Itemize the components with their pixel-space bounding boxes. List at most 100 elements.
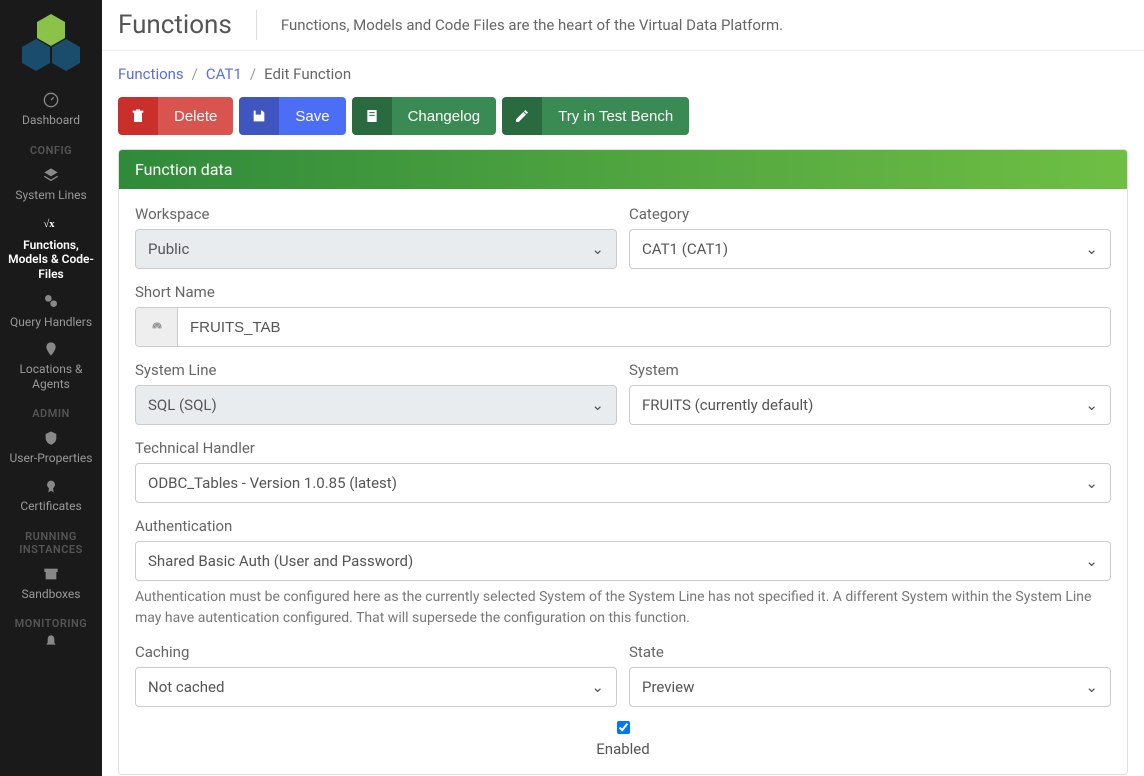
breadcrumb-sep: / bbox=[250, 65, 256, 83]
sidebar-item-certificates[interactable]: Certificates bbox=[0, 472, 102, 520]
sidebar-item-label: User-Properties bbox=[10, 451, 93, 465]
trash-icon bbox=[118, 97, 158, 135]
pin-icon bbox=[43, 341, 59, 360]
state-group: State Preview ⌄ bbox=[629, 643, 1111, 707]
handler-select[interactable]: ODBC_Tables - Version 1.0.85 (latest) ⌄ bbox=[135, 463, 1111, 503]
auth-select[interactable]: Shared Basic Auth (User and Password) ⌄ bbox=[135, 541, 1111, 581]
logo bbox=[19, 8, 83, 86]
sidebar-section-monitoring: MONITORING bbox=[15, 617, 88, 630]
sidebar-item-monitoring[interactable] bbox=[0, 634, 102, 661]
sidebar-item-label: Sandboxes bbox=[22, 587, 81, 601]
shield-icon bbox=[43, 430, 59, 449]
select-value: ODBC_Tables - Version 1.0.85 (latest) bbox=[148, 474, 397, 492]
chevron-down-icon: ⌄ bbox=[591, 396, 604, 414]
breadcrumb-category[interactable]: CAT1 bbox=[206, 65, 242, 83]
breadcrumb-sep: / bbox=[192, 65, 198, 83]
function-icon: √x bbox=[42, 215, 60, 236]
pencil-icon bbox=[502, 97, 542, 135]
system-label: System bbox=[629, 361, 1111, 379]
enabled-checkbox[interactable] bbox=[617, 721, 630, 734]
delete-button[interactable]: Delete bbox=[118, 97, 233, 135]
select-value: FRUITS (currently default) bbox=[642, 396, 813, 414]
breadcrumb: Functions / CAT1 / Edit Function bbox=[118, 65, 1128, 83]
workspace-group: Workspace Public ⌄ bbox=[135, 205, 617, 269]
button-label: Changelog bbox=[392, 97, 497, 135]
topbar: Functions Functions, Models and Code Fil… bbox=[102, 0, 1144, 51]
select-value: Preview bbox=[642, 678, 694, 696]
select-value: SQL (SQL) bbox=[148, 396, 217, 414]
auth-label: Authentication bbox=[135, 517, 1111, 535]
auth-help-text: Authentication must be configured here a… bbox=[135, 587, 1111, 629]
button-label: Save bbox=[279, 97, 345, 135]
breadcrumb-functions[interactable]: Functions bbox=[118, 65, 184, 83]
handler-label: Technical Handler bbox=[135, 439, 1111, 457]
sidebar-item-sandboxes[interactable]: Sandboxes bbox=[0, 560, 102, 608]
sidebar-section-admin: ADMIN bbox=[32, 407, 70, 420]
sidebar-item-userprops[interactable]: User-Properties bbox=[0, 424, 102, 472]
select-value: Shared Basic Auth (User and Password) bbox=[148, 552, 413, 570]
chevron-down-icon: ⌄ bbox=[591, 678, 604, 696]
save-icon bbox=[239, 97, 279, 135]
sidebar-item-label: Query Handlers bbox=[10, 315, 92, 329]
workspace-select: Public ⌄ bbox=[135, 229, 617, 269]
auth-group: Authentication Shared Basic Auth (User a… bbox=[135, 517, 1111, 629]
main: Functions Functions, Models and Code Fil… bbox=[102, 0, 1144, 776]
chevron-down-icon: ⌄ bbox=[1085, 552, 1098, 570]
category-select[interactable]: CAT1 (CAT1) ⌄ bbox=[629, 229, 1111, 269]
sidebar-item-label: Dashboard bbox=[22, 113, 80, 127]
systemline-group: System Line SQL (SQL) ⌄ bbox=[135, 361, 617, 425]
enabled-label: Enabled bbox=[596, 740, 649, 758]
chevron-down-icon: ⌄ bbox=[591, 240, 604, 258]
caching-group: Caching Not cached ⌄ bbox=[135, 643, 617, 707]
fingerprint-icon bbox=[136, 308, 178, 346]
svg-text:√x: √x bbox=[44, 218, 56, 230]
sidebar-item-label: Functions, Models & Code-Files bbox=[4, 238, 98, 281]
chevron-down-icon: ⌄ bbox=[1085, 474, 1098, 492]
card-body: Workspace Public ⌄ Category CAT1 (CAT1) … bbox=[119, 189, 1127, 774]
sidebar-item-systemlines[interactable]: System Lines bbox=[0, 161, 102, 209]
sidebar: Dashboard CONFIG System Lines √x Functio… bbox=[0, 0, 102, 776]
sidebar-item-queryhandlers[interactable]: Query Handlers bbox=[0, 287, 102, 335]
sidebar-item-functions[interactable]: √x Functions, Models & Code-Files bbox=[0, 209, 102, 288]
sidebar-item-label: System Lines bbox=[15, 188, 86, 202]
page-title: Functions bbox=[118, 10, 257, 40]
chevron-down-icon: ⌄ bbox=[1085, 396, 1098, 414]
shortname-group: Short Name bbox=[135, 283, 1111, 347]
system-select[interactable]: FRUITS (currently default) ⌄ bbox=[629, 385, 1111, 425]
caching-label: Caching bbox=[135, 643, 617, 661]
test-bench-button[interactable]: Try in Test Bench bbox=[502, 97, 689, 135]
function-card: Function data Workspace Public ⌄ Categor… bbox=[118, 149, 1128, 775]
book-icon bbox=[352, 97, 392, 135]
action-row: Delete Save Changelog Try in Test Bench bbox=[118, 97, 1128, 135]
content: Functions / CAT1 / Edit Function Delete … bbox=[102, 51, 1144, 776]
shortname-input-group bbox=[135, 307, 1111, 347]
certificate-icon bbox=[43, 478, 59, 497]
layers-icon bbox=[43, 167, 59, 186]
enabled-group: Enabled bbox=[135, 721, 1111, 758]
systemline-select: SQL (SQL) ⌄ bbox=[135, 385, 617, 425]
system-group: System FRUITS (currently default) ⌄ bbox=[629, 361, 1111, 425]
category-label: Category bbox=[629, 205, 1111, 223]
workspace-label: Workspace bbox=[135, 205, 617, 223]
dashboard-icon bbox=[43, 92, 59, 111]
button-label: Try in Test Bench bbox=[542, 97, 689, 135]
category-group: Category CAT1 (CAT1) ⌄ bbox=[629, 205, 1111, 269]
card-header: Function data bbox=[119, 150, 1127, 189]
box-icon bbox=[43, 566, 59, 585]
chevron-down-icon: ⌄ bbox=[1085, 240, 1098, 258]
state-label: State bbox=[629, 643, 1111, 661]
state-select[interactable]: Preview ⌄ bbox=[629, 667, 1111, 707]
sidebar-item-label: Certificates bbox=[20, 499, 81, 513]
sidebar-item-dashboard[interactable]: Dashboard bbox=[0, 86, 102, 134]
sidebar-section-config: CONFIG bbox=[30, 144, 72, 157]
sidebar-item-locations[interactable]: Locations & Agents bbox=[0, 335, 102, 397]
sidebar-item-label: Locations & Agents bbox=[4, 362, 98, 391]
save-button[interactable]: Save bbox=[239, 97, 345, 135]
button-label: Delete bbox=[158, 97, 233, 135]
sidebar-section-running: RUNNING INSTANCES bbox=[0, 530, 102, 556]
caching-select[interactable]: Not cached ⌄ bbox=[135, 667, 617, 707]
select-value: Not cached bbox=[148, 678, 224, 696]
changelog-button[interactable]: Changelog bbox=[352, 97, 497, 135]
select-value: CAT1 (CAT1) bbox=[642, 240, 728, 258]
shortname-input[interactable] bbox=[178, 308, 1110, 346]
